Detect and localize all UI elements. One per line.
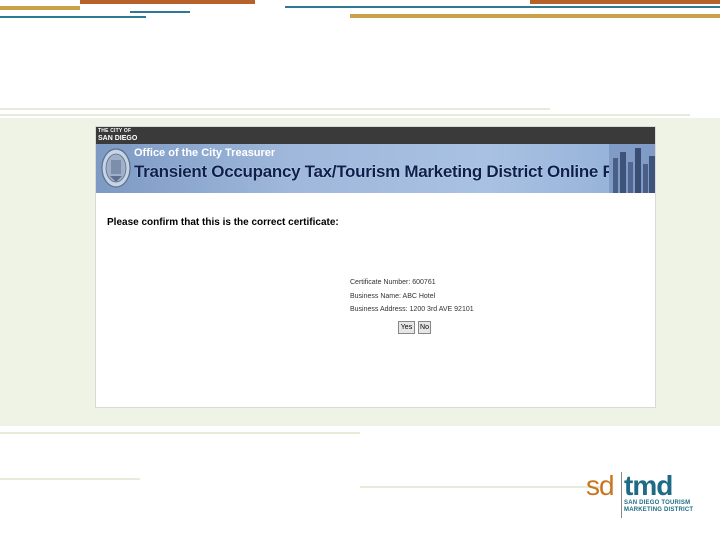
page-title: Transient Occupancy Tax/Tourism Marketin… (134, 162, 655, 181)
payment-screenshot: THE CITY OF SAN DIEGO Office of the City… (95, 126, 656, 408)
logo-subtitle-line2: MARKETING DISTRICT (624, 507, 694, 513)
decorative-line (285, 6, 720, 8)
logo-tmd-text: tmd (624, 470, 673, 501)
logo-sd-text: sd (586, 470, 615, 501)
logo-subtitle-line1: SAN DIEGO TOURISM (624, 500, 691, 506)
decorative-line (350, 14, 720, 18)
confirm-prompt: Please confirm that this is the correct … (107, 217, 339, 228)
city-logo-line1: THE CITY OF (98, 128, 132, 134)
decorative-line (0, 6, 80, 10)
decorative-stripe (0, 114, 690, 116)
sdtmd-logo: sd tmd SAN DIEGO TOURISM MARKETING DISTR… (586, 470, 706, 520)
skyline-icon (609, 144, 655, 193)
logo-subtitle: SAN DIEGO TOURISM MARKETING DISTRICT (624, 500, 693, 514)
decorative-line (0, 16, 146, 18)
certificate-number: Certificate Number: 600761 (350, 279, 436, 286)
decorative-stripe (0, 478, 140, 480)
decorative-stripe (360, 486, 600, 488)
city-logo-line2: SAN DIEGO (98, 135, 138, 142)
city-logo: THE CITY OF SAN DIEGO (98, 128, 137, 142)
business-address: Business Address: 1200 3rd AVE 92101 (350, 306, 474, 313)
decorative-line (130, 11, 190, 13)
decorative-line (80, 0, 255, 4)
no-button[interactable]: No (418, 321, 431, 334)
yes-button[interactable]: Yes (398, 321, 415, 334)
decorative-stripe (0, 432, 360, 434)
office-title: Office of the City Treasurer (134, 147, 276, 159)
logo-divider (621, 472, 622, 518)
decorative-line (530, 0, 720, 4)
page-banner: Office of the City Treasurer Transient O… (96, 144, 655, 193)
business-name: Business Name: ABC Hotel (350, 293, 436, 300)
decorative-stripe (0, 108, 550, 110)
city-header-bar: THE CITY OF SAN DIEGO (96, 127, 655, 144)
city-seal-icon (101, 148, 131, 188)
